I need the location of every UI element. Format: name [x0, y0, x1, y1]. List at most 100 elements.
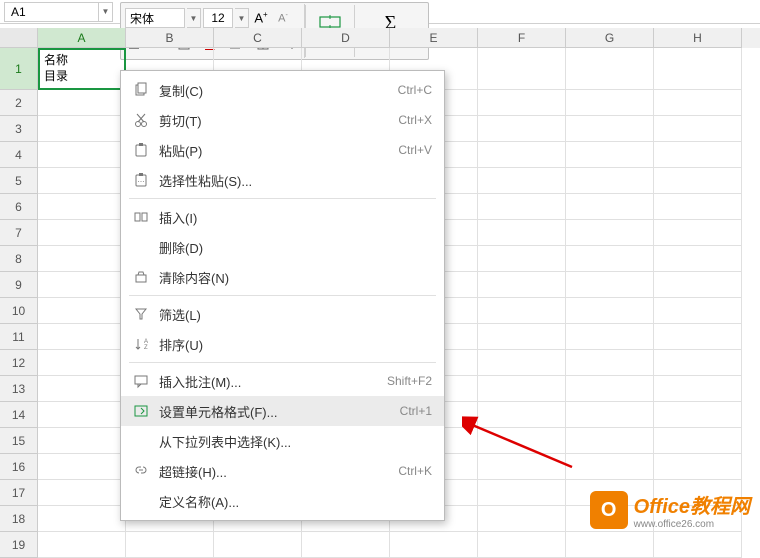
- cell[interactable]: [566, 272, 654, 298]
- cell[interactable]: [478, 194, 566, 220]
- row-header-11[interactable]: 11: [0, 324, 38, 350]
- row-header-14[interactable]: 14: [0, 402, 38, 428]
- cell[interactable]: [478, 246, 566, 272]
- cell[interactable]: [654, 168, 742, 194]
- menu-item[interactable]: 插入批注(M)...Shift+F2: [121, 366, 444, 396]
- menu-item[interactable]: 粘贴(P)Ctrl+V: [121, 135, 444, 165]
- cell[interactable]: [38, 90, 126, 116]
- cell[interactable]: [478, 532, 566, 558]
- cell[interactable]: [38, 454, 126, 480]
- font-size-dropdown[interactable]: ▼: [235, 8, 249, 28]
- cell[interactable]: [38, 376, 126, 402]
- row-header-6[interactable]: 6: [0, 194, 38, 220]
- menu-item[interactable]: 超链接(H)...Ctrl+K: [121, 456, 444, 486]
- row-header-1[interactable]: 1: [0, 48, 38, 90]
- cell[interactable]: [654, 298, 742, 324]
- cell[interactable]: [566, 298, 654, 324]
- cell[interactable]: [38, 194, 126, 220]
- font-size-select[interactable]: [203, 8, 233, 28]
- menu-item[interactable]: 剪切(T)Ctrl+X: [121, 105, 444, 135]
- decrease-font-button[interactable]: A-: [273, 7, 293, 29]
- cell[interactable]: [566, 116, 654, 142]
- menu-item[interactable]: 筛选(L): [121, 299, 444, 329]
- cell[interactable]: [566, 376, 654, 402]
- cell[interactable]: [654, 90, 742, 116]
- cell[interactable]: [654, 194, 742, 220]
- increase-font-button[interactable]: A+: [251, 7, 271, 29]
- cell[interactable]: [38, 402, 126, 428]
- cell[interactable]: [478, 324, 566, 350]
- cell[interactable]: [38, 428, 126, 454]
- cell[interactable]: [654, 402, 742, 428]
- menu-item[interactable]: 复制(C)Ctrl+C: [121, 75, 444, 105]
- cell[interactable]: [38, 350, 126, 376]
- cell[interactable]: [654, 246, 742, 272]
- cell[interactable]: [566, 90, 654, 116]
- cell[interactable]: [654, 116, 742, 142]
- menu-item[interactable]: 设置单元格格式(F)...Ctrl+1: [121, 396, 444, 426]
- cell[interactable]: [38, 246, 126, 272]
- cell[interactable]: [566, 246, 654, 272]
- cell[interactable]: [654, 272, 742, 298]
- font-name-dropdown[interactable]: ▼: [187, 8, 201, 28]
- col-header-F[interactable]: F: [478, 28, 566, 48]
- cell[interactable]: [478, 142, 566, 168]
- row-header-15[interactable]: 15: [0, 428, 38, 454]
- col-header-A[interactable]: A: [38, 28, 126, 48]
- cell[interactable]: [478, 116, 566, 142]
- cell[interactable]: 名称目录: [38, 48, 126, 90]
- row-header-18[interactable]: 18: [0, 506, 38, 532]
- cell[interactable]: [566, 168, 654, 194]
- cell[interactable]: [38, 298, 126, 324]
- row-header-10[interactable]: 10: [0, 298, 38, 324]
- cell[interactable]: [38, 272, 126, 298]
- cell[interactable]: [478, 376, 566, 402]
- menu-item[interactable]: 删除(D): [121, 232, 444, 262]
- namebox-dropdown[interactable]: ▼: [99, 2, 113, 22]
- name-box[interactable]: [4, 2, 99, 22]
- cell[interactable]: [38, 480, 126, 506]
- cell[interactable]: [566, 220, 654, 246]
- cell[interactable]: [654, 454, 742, 480]
- menu-item[interactable]: ⋯选择性粘贴(S)...: [121, 165, 444, 195]
- font-name-select[interactable]: [125, 8, 185, 28]
- cell[interactable]: [566, 350, 654, 376]
- select-all-corner[interactable]: [0, 28, 38, 48]
- menu-item[interactable]: AZ排序(U): [121, 329, 444, 359]
- cell[interactable]: [654, 324, 742, 350]
- cell[interactable]: [126, 532, 214, 558]
- row-header-4[interactable]: 4: [0, 142, 38, 168]
- cell[interactable]: [566, 48, 654, 90]
- cell[interactable]: [478, 272, 566, 298]
- cell[interactable]: [566, 194, 654, 220]
- cell[interactable]: [478, 220, 566, 246]
- row-header-9[interactable]: 9: [0, 272, 38, 298]
- col-header-E[interactable]: E: [390, 28, 478, 48]
- cell[interactable]: [478, 480, 566, 506]
- cell[interactable]: [390, 532, 478, 558]
- cell[interactable]: [38, 532, 126, 558]
- cell[interactable]: [38, 324, 126, 350]
- cell[interactable]: [38, 116, 126, 142]
- cell[interactable]: [214, 532, 302, 558]
- cell[interactable]: [478, 168, 566, 194]
- cell[interactable]: [38, 506, 126, 532]
- cell[interactable]: [654, 350, 742, 376]
- row-header-3[interactable]: 3: [0, 116, 38, 142]
- cell[interactable]: [566, 532, 654, 558]
- col-header-H[interactable]: H: [654, 28, 742, 48]
- cell[interactable]: [654, 142, 742, 168]
- menu-item[interactable]: 插入(I): [121, 202, 444, 232]
- cell[interactable]: [566, 324, 654, 350]
- row-header-17[interactable]: 17: [0, 480, 38, 506]
- row-header-19[interactable]: 19: [0, 532, 38, 558]
- cell[interactable]: [38, 168, 126, 194]
- row-header-16[interactable]: 16: [0, 454, 38, 480]
- col-header-B[interactable]: B: [126, 28, 214, 48]
- menu-item[interactable]: 从下拉列表中选择(K)...: [121, 426, 444, 456]
- cell[interactable]: [566, 142, 654, 168]
- row-header-2[interactable]: 2: [0, 90, 38, 116]
- cell[interactable]: [302, 532, 390, 558]
- cell[interactable]: [478, 298, 566, 324]
- row-header-8[interactable]: 8: [0, 246, 38, 272]
